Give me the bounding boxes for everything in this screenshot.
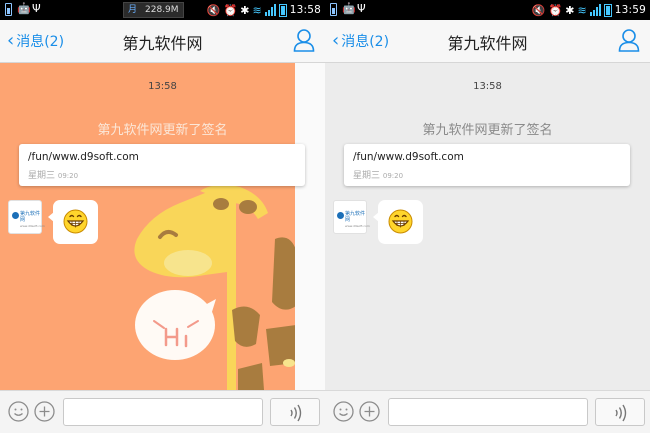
bluetooth-icon: ✱	[565, 3, 575, 17]
voice-button[interactable]	[595, 398, 645, 426]
usb-icon: Ψ	[357, 2, 366, 15]
battery-icon	[603, 3, 612, 17]
alarm-icon: ⏰	[223, 3, 238, 17]
avatar-logo-text: 第九软件网 www.d9soft.com	[20, 211, 45, 229]
mute-icon: 🔇	[531, 3, 546, 17]
plus-icon[interactable]	[359, 401, 380, 422]
message-timestamp: 13:58	[148, 81, 177, 92]
memory-indicator: 月 228.9M	[123, 2, 184, 18]
android-icon: 🤖	[342, 2, 356, 15]
avatar-logo-text: 第九软件网 www.d9soft.com	[345, 211, 370, 229]
signature-day: 星期三	[28, 171, 56, 181]
chat-area[interactable]: 13:58 第九软件网更新了签名 /fun/www.d9soft.com 星期三…	[325, 63, 650, 390]
status-right-icons: 🔇 ⏰ ✱ ≋ 13:59	[532, 0, 646, 20]
signature-meta: 星期三 09:20	[28, 168, 78, 181]
status-bar: 🤖 Ψ 🔇 ⏰ ✱ ≋ 13:59	[325, 0, 650, 20]
chat-title: 第九软件网	[122, 34, 203, 53]
mute-icon: 🔇	[206, 3, 221, 17]
grinning-face-icon	[63, 209, 88, 234]
message-bubble[interactable]	[48, 200, 98, 244]
avatar[interactable]: 第九软件网 www.d9soft.com	[8, 200, 45, 234]
memory-label: 228.9M	[145, 5, 179, 15]
usb-icon: Ψ	[32, 2, 41, 15]
status-right-icons: 🔇 ⏰ ✱ ≋ 13:58	[207, 0, 321, 20]
chat-header: ‹ 消息(2) 第九软件网	[325, 20, 650, 63]
grinning-face-icon	[388, 209, 413, 234]
wifi-icon: ≋	[577, 3, 587, 17]
input-bar	[325, 390, 650, 433]
avatar-logo-name: 第九软件网	[345, 211, 366, 223]
chat-header: ‹ 消息(2) 第九软件网	[0, 20, 325, 63]
signature-card[interactable]: /fun/www.d9soft.com 星期三 09:20	[19, 144, 305, 186]
signature-time: 09:20	[57, 172, 79, 180]
signature-day: 星期三	[353, 171, 381, 181]
android-icon: 🤖	[17, 2, 31, 15]
signal-icon	[264, 4, 276, 16]
status-clock: 13:58	[289, 4, 321, 16]
smiley-face-icon[interactable]	[8, 401, 29, 422]
giraffe-background-illustration	[134, 63, 325, 390]
logo-icon	[337, 212, 344, 219]
signature-text: /fun/www.d9soft.com	[353, 151, 464, 163]
smiley-face-icon[interactable]	[333, 401, 354, 422]
system-message: 第九软件网更新了签名	[97, 123, 228, 138]
person-icon[interactable]	[618, 28, 640, 52]
right-screenshot: 🤖 Ψ 🔇 ⏰ ✱ ≋ 13:59 ‹ 消息(2) 第九软件网 13:58 第九…	[325, 0, 650, 433]
wifi-icon: ≋	[252, 3, 262, 17]
system-message: 第九软件网更新了签名	[422, 123, 553, 138]
input-bar	[0, 390, 325, 433]
voice-wave-icon	[290, 404, 302, 422]
battery-icon	[278, 3, 287, 17]
plus-icon[interactable]	[34, 401, 55, 422]
message-timestamp: 13:58	[473, 81, 502, 92]
avatar-logo-url: www.d9soft.com	[345, 224, 370, 228]
signature-meta: 星期三 09:20	[353, 168, 403, 181]
signature-time: 09:20	[382, 172, 404, 180]
moon-icon: 月	[128, 5, 138, 15]
bluetooth-icon: ✱	[240, 3, 250, 17]
screen: 🤖 Ψ 月 228.9M 🔇 ⏰ ✱ ≋ 13:58 ‹ 消息(2) 第九软件网	[0, 0, 650, 433]
message-bubble[interactable]	[373, 200, 423, 244]
chat-title: 第九软件网	[447, 34, 528, 53]
chat-area[interactable]: 13:58 第九软件网更新了签名 /fun/www.d9soft.com 星期三…	[0, 63, 325, 390]
left-screenshot: 🤖 Ψ 月 228.9M 🔇 ⏰ ✱ ≋ 13:58 ‹ 消息(2) 第九软件网	[0, 0, 325, 433]
message-input[interactable]	[388, 398, 588, 426]
logo-icon	[12, 212, 19, 219]
avatar-logo-name: 第九软件网	[20, 211, 41, 223]
person-icon[interactable]	[293, 28, 315, 52]
avatar[interactable]: 第九软件网 www.d9soft.com	[333, 200, 370, 234]
battery-small-icon	[330, 3, 337, 16]
voice-wave-icon	[615, 404, 627, 422]
status-bar: 🤖 Ψ 月 228.9M 🔇 ⏰ ✱ ≋ 13:58	[0, 0, 325, 20]
avatar-logo-url: www.d9soft.com	[20, 224, 45, 228]
signal-icon	[589, 4, 601, 16]
alarm-icon: ⏰	[548, 3, 563, 17]
signature-card[interactable]: /fun/www.d9soft.com 星期三 09:20	[344, 144, 630, 186]
status-clock: 13:59	[614, 4, 646, 16]
battery-small-icon	[5, 3, 12, 16]
voice-button[interactable]	[270, 398, 320, 426]
signature-text: /fun/www.d9soft.com	[28, 151, 139, 163]
message-input[interactable]	[63, 398, 263, 426]
